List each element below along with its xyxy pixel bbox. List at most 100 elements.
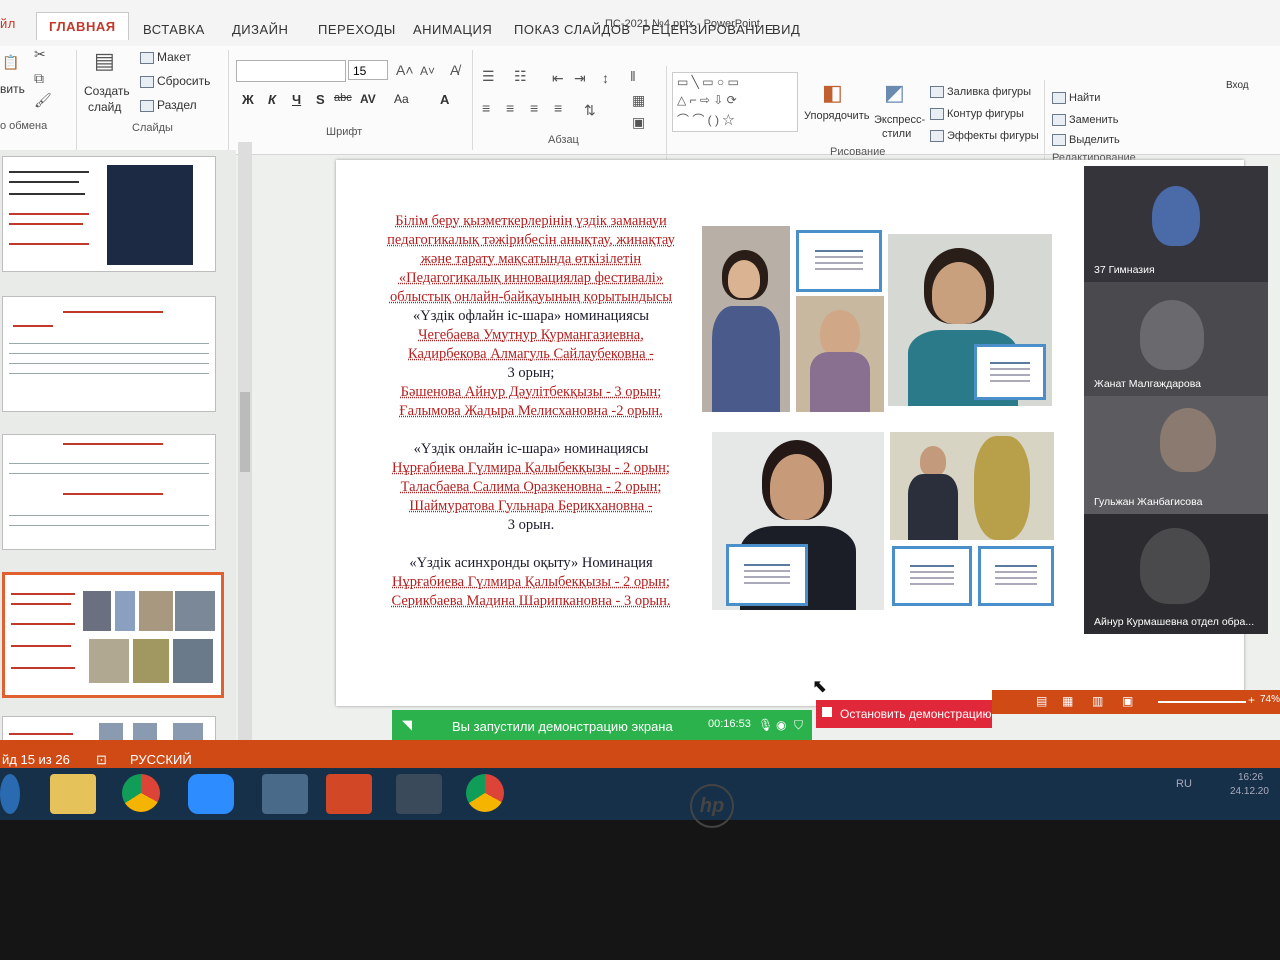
quick-styles-icon[interactable]: ◩	[884, 80, 905, 106]
document-app-icon[interactable]	[262, 774, 308, 814]
file-explorer-icon[interactable]	[50, 774, 96, 814]
shadow-button[interactable]: S	[316, 92, 325, 107]
smartart-icon[interactable]: ▣	[632, 114, 645, 131]
teacher-photo[interactable]	[888, 234, 1052, 406]
tab-insert[interactable]: ВСТАВКА	[143, 22, 205, 37]
language-indicator[interactable]: РУССКИЙ	[130, 752, 192, 767]
font-size-field[interactable]: 15	[348, 60, 388, 80]
bold-button[interactable]: Ж	[242, 92, 254, 107]
star-shape-icon[interactable]: ⌒ ⌒ ( ) ☆	[677, 111, 734, 128]
start-button-icon[interactable]	[0, 774, 20, 814]
replace-button[interactable]: Заменить	[1052, 114, 1118, 127]
layout-button[interactable]: Макет	[140, 50, 191, 64]
arrange-icon[interactable]: ◧	[822, 80, 843, 106]
stop-share-button[interactable]: Остановить демонстрацию	[816, 700, 992, 728]
font-color-button[interactable]: A	[440, 92, 449, 107]
slide-text-block[interactable]: Білім беру қызметкерлерінің үздік замана…	[346, 212, 716, 611]
video-tile[interactable]: Гульжан Жанбагисова	[1084, 396, 1268, 514]
pause-icon[interactable]: ◉	[776, 718, 786, 732]
zoom-in-icon[interactable]: +	[1248, 693, 1255, 707]
shrink-font-icon[interactable]: A˅	[420, 64, 435, 78]
copy-icon[interactable]: ⧉	[34, 70, 44, 87]
justify-icon[interactable]: ≡	[554, 100, 562, 116]
arrange-button[interactable]: Упорядочить	[804, 110, 869, 122]
tab-file[interactable]: йл	[0, 16, 16, 31]
tab-animation[interactable]: АНИМАЦИЯ	[413, 22, 492, 37]
grow-font-icon[interactable]: A˄	[396, 62, 414, 78]
sorter-view-icon[interactable]: ▦	[1062, 694, 1073, 708]
format-painter-icon[interactable]: 🖌	[34, 92, 52, 109]
normal-view-icon[interactable]: ▤	[1036, 694, 1047, 708]
tray-date[interactable]: 24.12.20	[1230, 786, 1269, 797]
chrome-icon[interactable]	[122, 774, 160, 812]
event-photo[interactable]	[890, 432, 1054, 540]
tab-design[interactable]: ДИЗАЙН	[232, 22, 288, 37]
tab-home[interactable]: ГЛАВНАЯ	[36, 12, 129, 40]
change-case-button[interactable]: Aa	[394, 92, 409, 106]
font-name-field[interactable]	[236, 60, 346, 82]
clear-format-icon[interactable]: A̸	[450, 62, 459, 78]
mic-icon[interactable]: 🎙	[758, 718, 773, 732]
slideshow-view-icon[interactable]: ▣	[1122, 694, 1133, 708]
align-left-icon[interactable]: ≡	[482, 100, 490, 116]
shape-outline-button[interactable]: Контур фигуры	[930, 108, 1024, 121]
slide-thumbnail[interactable]	[2, 156, 216, 272]
align-text-icon[interactable]: ▦	[632, 92, 645, 109]
reading-view-icon[interactable]: ▥	[1092, 694, 1103, 708]
video-tile[interactable]: Жанат Малгаждарова	[1084, 282, 1268, 396]
tab-transitions[interactable]: ПЕРЕХОДЫ	[318, 22, 396, 37]
zoom-icon[interactable]	[188, 774, 234, 814]
select-button[interactable]: Выделить	[1052, 134, 1120, 147]
video-tile[interactable]: Айнур Курмашевна отдел обра...	[1084, 514, 1268, 634]
find-button[interactable]: Найти	[1052, 92, 1100, 105]
slide-thumbnail-selected[interactable]	[2, 572, 224, 698]
slide-thumbnail[interactable]	[2, 296, 216, 412]
increase-indent-icon[interactable]: ⇥	[574, 70, 586, 87]
bullets-icon[interactable]: ☰	[482, 68, 495, 85]
cut-icon[interactable]: ✂	[34, 46, 46, 63]
char-spacing-button[interactable]: AV	[360, 92, 376, 106]
numbering-icon[interactable]: ☷	[514, 68, 527, 85]
chrome-icon[interactable]	[466, 774, 504, 812]
certificate-image[interactable]	[892, 546, 972, 606]
scrollbar-thumb[interactable]	[240, 392, 250, 472]
arrow-shape-icon[interactable]: △ ⌐ ⇨ ⇩ ⟳	[677, 93, 737, 107]
tab-view[interactable]: ВИД	[772, 22, 800, 37]
align-right-icon[interactable]: ≡	[530, 100, 538, 116]
video-camera-icon[interactable]	[396, 774, 442, 814]
italic-button[interactable]: К	[268, 92, 276, 107]
shapes-gallery[interactable]: ▭ ╲ ▭ ○ ▭ △ ⌐ ⇨ ⇩ ⟳ ⌒ ⌒ ( ) ☆	[672, 72, 798, 132]
shape-fill-button[interactable]: Заливка фигуры	[930, 86, 1031, 99]
spellcheck-icon[interactable]: ⊡	[96, 752, 107, 768]
security-icon[interactable]: ⛉	[794, 718, 803, 733]
align-center-icon[interactable]: ≡	[506, 100, 514, 116]
teacher-photo[interactable]	[796, 296, 884, 412]
paste-button[interactable]: вить	[0, 82, 25, 96]
tray-language[interactable]: RU	[1176, 778, 1192, 790]
columns-icon[interactable]: ‖	[630, 68, 636, 84]
new-slide-icon[interactable]: ▤	[94, 48, 115, 74]
reset-button[interactable]: Сбросить	[140, 74, 210, 88]
powerpoint-icon[interactable]	[326, 774, 372, 814]
slide-thumbnail[interactable]	[2, 434, 216, 550]
zoom-level[interactable]: 74%	[1260, 694, 1280, 705]
certificate-image[interactable]	[796, 230, 882, 292]
zoom-slider[interactable]	[1158, 701, 1246, 703]
rectangle-shape-icon[interactable]: ▭ ╲ ▭ ○ ▭	[677, 75, 739, 89]
strikethrough-button[interactable]: abc	[334, 92, 352, 104]
text-direction-icon[interactable]: ⇅	[584, 102, 596, 119]
quick-styles-button[interactable]: Экспресс-	[874, 114, 925, 126]
certificate-image[interactable]	[978, 546, 1054, 606]
teacher-photo[interactable]	[712, 432, 884, 610]
video-tile[interactable]: 37 Гимназия	[1084, 166, 1268, 282]
paste-icon[interactable]: 📋	[2, 54, 19, 71]
teacher-photo[interactable]	[702, 226, 790, 412]
line-spacing-icon[interactable]: ↕	[602, 70, 609, 86]
new-slide-button[interactable]: Создать	[84, 84, 130, 98]
thumbnails-scrollbar[interactable]	[238, 142, 252, 740]
decrease-indent-icon[interactable]: ⇤	[552, 70, 564, 87]
section-button[interactable]: Раздел	[140, 98, 197, 112]
shape-effects-button[interactable]: Эффекты фигуры	[930, 130, 1039, 143]
user-login[interactable]: Вход	[1226, 80, 1249, 91]
tray-time[interactable]: 16:26	[1238, 772, 1263, 783]
